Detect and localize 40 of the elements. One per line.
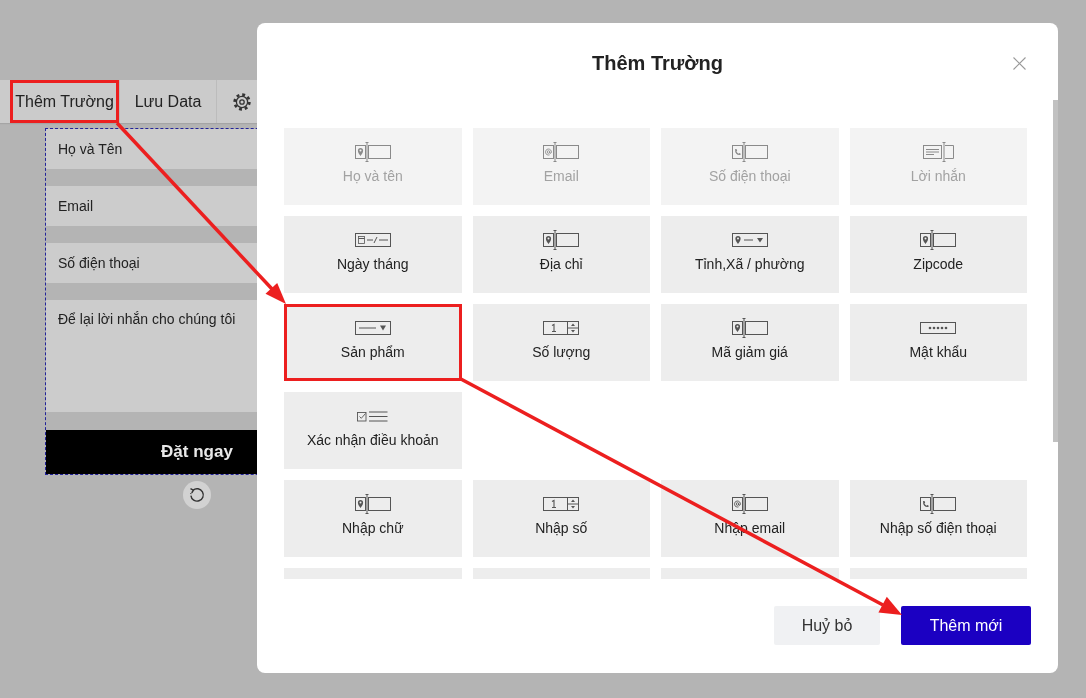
dropdown-select-icon [354,321,391,335]
email-input-icon [731,494,768,514]
number-spinner-icon [543,321,580,335]
pin-input-icon [731,318,768,338]
rotate-handle[interactable] [183,481,211,509]
field-type-option[interactable]: Tỉnh,Xã / phường [661,216,839,293]
field-type-option[interactable]: Nhập số điện thoại [849,480,1027,557]
email-input-icon [543,142,580,162]
field-type-option[interactable]: Địa chỉ [472,216,650,293]
checkbox-lines-icon [357,410,389,422]
field-type-option[interactable]: Xác nhận điều khoản [284,392,462,469]
field-type-option[interactable]: Nhập số [472,480,650,557]
field-type-option[interactable]: Sản phẩm [284,304,462,381]
toolbar-button[interactable]: Lưu Data [120,80,217,123]
field-type-option[interactable]: Số lượng [472,304,650,381]
cancel-button[interactable]: Huỷ bỏ [774,606,880,645]
pin-input-icon [354,142,391,162]
field-type-option[interactable]: Mật khẩu [849,304,1027,381]
location-select-icon [731,233,768,247]
date-input-icon [354,233,391,247]
dialog-title: Thêm Trường [592,51,723,75]
close-button[interactable] [1013,57,1026,70]
message-input-icon [922,142,954,162]
close-icon [1013,57,1026,70]
pin-input-icon [920,230,957,250]
add-button[interactable]: Thêm mới [901,606,1031,645]
pin-input-icon [354,494,391,514]
field-type-option[interactable]: Zipcode [849,216,1027,293]
rotate-icon [189,487,205,503]
password-dots-icon [920,322,957,334]
phone-input-icon [731,142,768,162]
phone-input-icon [920,494,957,514]
toolbar-button[interactable]: Thêm Trường [10,80,120,123]
scrollbar[interactable] [1053,100,1058,442]
field-type-option[interactable]: Nhập chữ [284,480,462,557]
pin-input-icon [543,230,580,250]
field-type-option[interactable]: Mã giảm giá [661,304,839,381]
settings-icon [232,92,251,111]
number-spinner-icon [543,497,580,511]
field-type-option[interactable]: Ngày tháng [284,216,462,293]
